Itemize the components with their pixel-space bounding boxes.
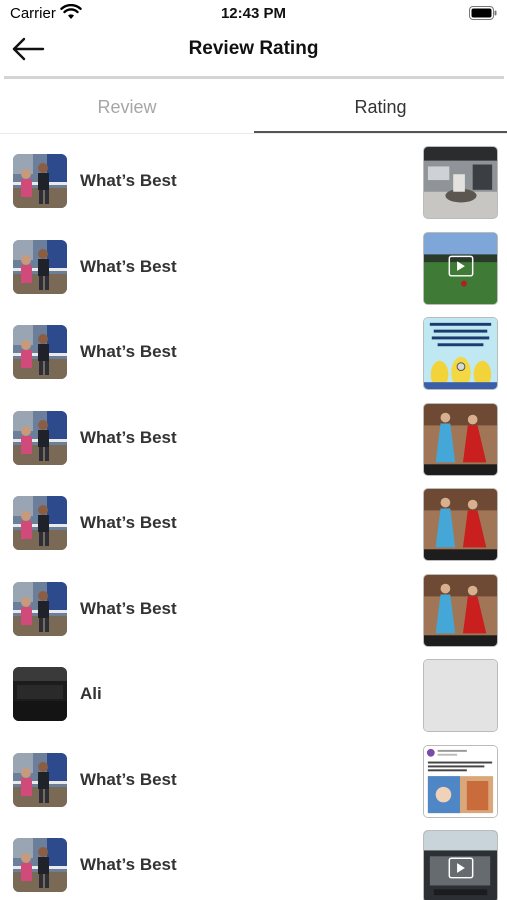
rating-item-name: What’s Best: [80, 855, 177, 874]
empty-thumbnail[interactable]: [423, 659, 498, 732]
rating-item-name: What’s Best: [80, 342, 177, 361]
rating-list-item[interactable]: What’s Best: [0, 226, 507, 306]
avatar: [13, 838, 67, 892]
tab-rating[interactable]: Rating: [254, 82, 507, 134]
rating-list-item[interactable]: What’s Best: [0, 568, 507, 648]
rating-list-item[interactable]: What’s Best: [0, 311, 507, 391]
battery-icon: [469, 6, 497, 20]
header-divider: [4, 76, 504, 79]
rating-item-name: What’s Best: [80, 256, 177, 276]
avatar: [13, 752, 67, 807]
rating-item-name: Ali: [80, 684, 102, 703]
tab-bar: Review Rating: [0, 82, 507, 134]
rating-list-item[interactable]: What’s Best: [0, 482, 507, 562]
avatar: [13, 410, 67, 465]
post-thumbnail[interactable]: [423, 744, 498, 818]
page-title: Review Rating: [188, 38, 319, 59]
image-thumbnail[interactable]: [423, 317, 498, 390]
photo-thumbnail[interactable]: [423, 488, 498, 561]
video-thumbnail[interactable]: [423, 830, 498, 900]
avatar: [13, 325, 67, 379]
status-time: 12:43 PM: [220, 5, 287, 22]
photo-thumbnail[interactable]: [423, 402, 498, 476]
status-bar: Carrier 12:43 PM: [0, 0, 507, 28]
rating-item-name: What’s Best: [80, 769, 177, 789]
video-thumbnail[interactable]: [423, 231, 498, 305]
navigation-bar: Review Rating: [0, 28, 507, 74]
rating-list-item[interactable]: What’s Best: [0, 824, 507, 900]
tabs-divider: [0, 133, 507, 134]
rating-list-item[interactable]: Ali: [0, 653, 507, 733]
rating-item-name: What’s Best: [80, 171, 177, 190]
photo-thumbnail[interactable]: [423, 573, 498, 647]
avatar: [13, 667, 67, 721]
office-photo-thumbnail[interactable]: [423, 146, 498, 219]
rating-item-name: What’s Best: [80, 598, 177, 618]
rating-list-item[interactable]: What’s Best: [0, 739, 507, 819]
rating-list-item[interactable]: What’s Best: [0, 397, 507, 477]
avatar: [13, 496, 67, 550]
rating-list-item[interactable]: What’s Best: [0, 140, 507, 220]
rating-item-name: What’s Best: [80, 513, 177, 532]
avatar: [13, 581, 67, 636]
rating-item-name: What’s Best: [80, 427, 177, 447]
avatar: [13, 154, 67, 208]
avatar: [13, 239, 67, 294]
tab-review[interactable]: Review: [0, 82, 254, 134]
